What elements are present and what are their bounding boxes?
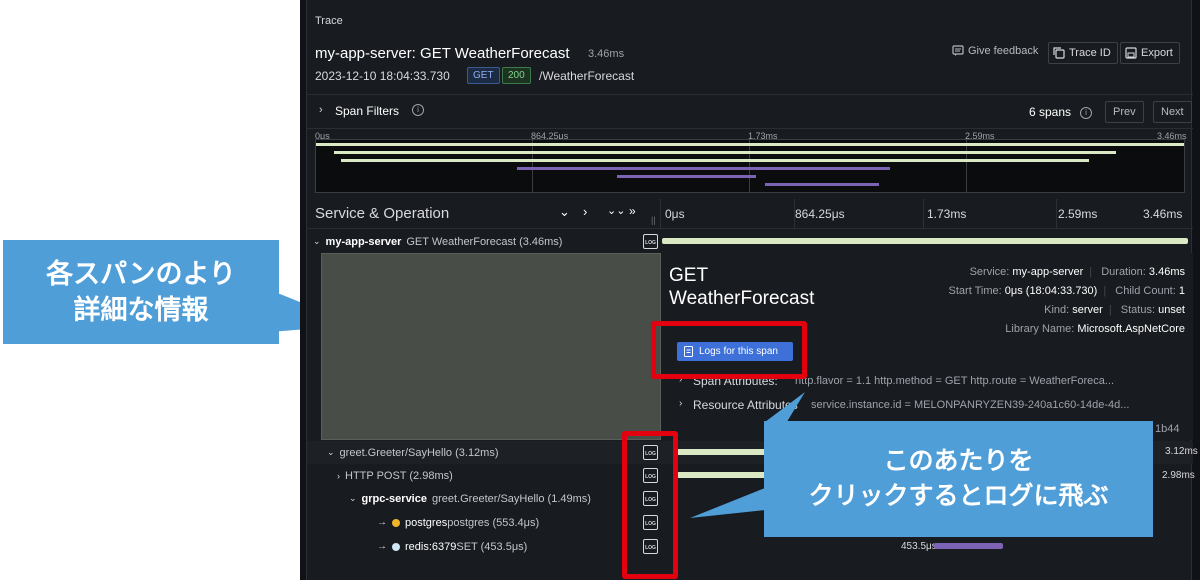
right-callout: このあたりを クリックするとログに飛ぶ bbox=[764, 421, 1153, 537]
right-callout-line2: クリックするとログに飛ぶ bbox=[808, 482, 1109, 510]
right-callout-line1: このあたりを bbox=[883, 447, 1034, 475]
